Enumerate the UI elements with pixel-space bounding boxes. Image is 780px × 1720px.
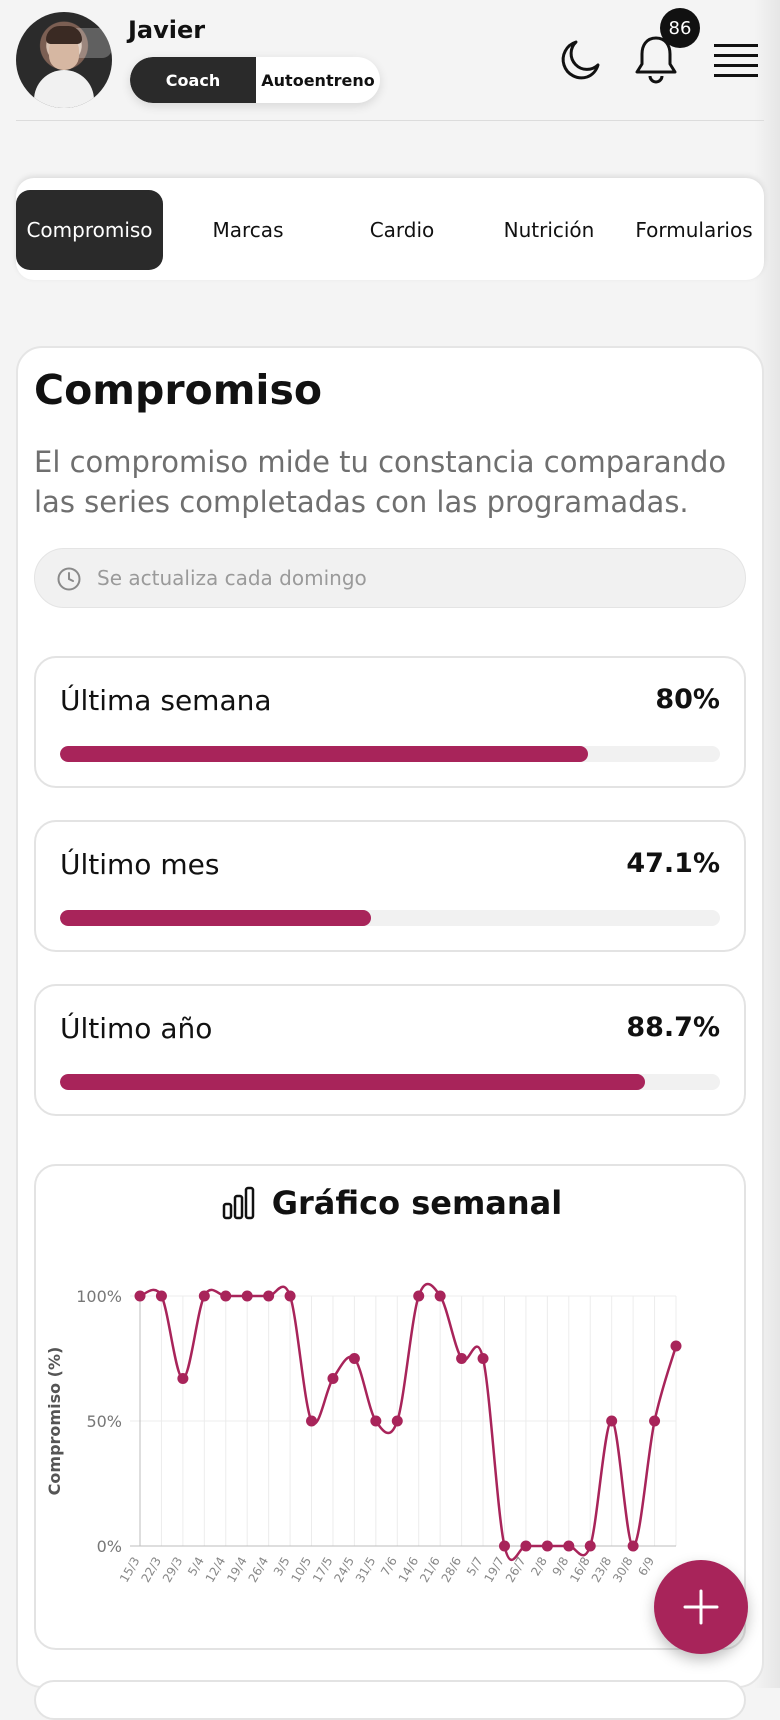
tab-cardio[interactable]: Cardio — [332, 190, 472, 270]
data-point — [134, 1290, 146, 1302]
progress-fill — [60, 746, 588, 762]
x-tick-label: 6/9 — [635, 1555, 657, 1579]
x-tick-label: 26/4 — [246, 1555, 272, 1585]
data-point — [627, 1540, 639, 1552]
data-point — [606, 1415, 618, 1427]
progress-track — [60, 910, 720, 926]
x-tick-label: 10/5 — [289, 1555, 315, 1585]
stat-card-year: Último año 88.7% — [34, 984, 746, 1116]
plus-icon — [683, 1589, 719, 1625]
tab-compromiso[interactable]: Compromiso — [16, 190, 163, 270]
series-line — [139, 1282, 678, 1562]
data-point — [241, 1290, 253, 1302]
app-header: Javier Coach Autoentreno 86 — [0, 0, 780, 122]
data-point — [306, 1415, 318, 1427]
role-option-autoentreno[interactable]: Autoentreno — [256, 57, 380, 103]
role-toggle[interactable]: Coach Autoentreno — [130, 57, 380, 103]
data-point — [434, 1290, 446, 1302]
y-tick-label: 50% — [86, 1412, 122, 1431]
avatar[interactable] — [16, 12, 112, 108]
update-note-text: Se actualiza cada domingo — [97, 566, 367, 590]
progress-track — [60, 1074, 720, 1090]
x-tick-label: 23/8 — [589, 1555, 615, 1585]
x-tick-label: 15/3 — [117, 1555, 143, 1585]
moon-icon[interactable] — [552, 32, 608, 88]
x-tick-label: 29/3 — [160, 1555, 186, 1585]
x-tick-label: 2/8 — [528, 1555, 550, 1579]
avatar-hair — [46, 26, 82, 44]
tab-marcas[interactable]: Marcas — [174, 190, 322, 270]
progress-track — [60, 746, 720, 762]
x-tick-label: 26/7 — [503, 1555, 529, 1585]
stat-value: 88.7% — [626, 1012, 720, 1043]
x-tick-label: 14/6 — [396, 1555, 422, 1585]
data-point — [584, 1540, 596, 1552]
x-tick-label: 19/7 — [481, 1555, 507, 1585]
y-axis-title: Compromiso (%) — [45, 1347, 64, 1496]
x-tick-label: 21/6 — [417, 1555, 443, 1585]
stat-label: Último mes — [60, 848, 220, 881]
section-description: El compromiso mide tu constancia compara… — [34, 445, 727, 519]
data-point — [520, 1540, 532, 1552]
user-name: Javier — [128, 16, 206, 44]
data-point — [456, 1353, 468, 1364]
data-point — [198, 1290, 210, 1302]
data-point — [263, 1290, 275, 1302]
data-point — [370, 1415, 382, 1427]
y-tick-label: 100% — [76, 1287, 122, 1306]
section-tabs: Compromiso Marcas Cardio Nutrición Formu… — [16, 178, 764, 280]
data-point — [220, 1290, 232, 1302]
y-tick-label: 0% — [97, 1537, 122, 1556]
update-note: Se actualiza cada domingo — [34, 548, 746, 608]
x-tick-label: 19/4 — [224, 1555, 250, 1585]
add-button[interactable] — [654, 1560, 748, 1654]
stat-value: 80% — [655, 684, 720, 715]
tab-formularios[interactable]: Formularios — [626, 190, 762, 270]
data-point — [284, 1290, 296, 1302]
data-point — [391, 1415, 403, 1427]
data-point — [563, 1540, 575, 1552]
progress-fill — [60, 1074, 646, 1090]
section-title: Compromiso — [34, 366, 323, 414]
line-chart: 100%50%0%Compromiso (%)15/322/329/3 5/412… — [45, 1282, 682, 1585]
stat-label: Última semana — [60, 684, 272, 717]
x-tick-label: 12/4 — [203, 1555, 229, 1585]
weekly-chart-card: Gráfico semanal 100% 50% 0% Compromiso (%) 1… — [34, 1164, 746, 1650]
stat-label: Último año — [60, 1012, 213, 1045]
x-tick-label: 16/8 — [567, 1555, 593, 1585]
header-divider — [16, 120, 764, 121]
x-tick-label: 24/5 — [331, 1555, 357, 1585]
next-card — [34, 1680, 746, 1720]
progress-fill — [60, 910, 371, 926]
stat-card-month: Último mes 47.1% — [34, 820, 746, 952]
data-point — [413, 1290, 425, 1302]
data-point — [155, 1290, 167, 1302]
x-tick-label: 31/5 — [353, 1555, 379, 1585]
x-tick-label: 28/6 — [439, 1555, 465, 1585]
data-point — [541, 1540, 553, 1552]
x-tick-label: 17/5 — [310, 1555, 336, 1585]
data-point — [670, 1340, 682, 1352]
notification-badge: 86 — [660, 8, 700, 48]
data-point — [477, 1353, 489, 1364]
data-point — [498, 1540, 510, 1552]
x-tick-label: 22/3 — [138, 1555, 164, 1585]
hamburger-menu-icon[interactable] — [710, 36, 762, 84]
avatar-shirt — [34, 70, 94, 108]
data-point — [649, 1415, 661, 1427]
data-point — [177, 1373, 189, 1384]
stat-value: 47.1% — [626, 848, 720, 879]
stat-card-week: Última semana 80% — [34, 656, 746, 788]
data-point — [348, 1353, 360, 1364]
clock-icon — [57, 567, 81, 591]
data-point — [327, 1373, 339, 1384]
role-option-coach[interactable]: Coach — [130, 57, 256, 103]
tab-nutricion[interactable]: Nutrición — [476, 190, 622, 270]
x-tick-label: 30/8 — [610, 1555, 636, 1585]
